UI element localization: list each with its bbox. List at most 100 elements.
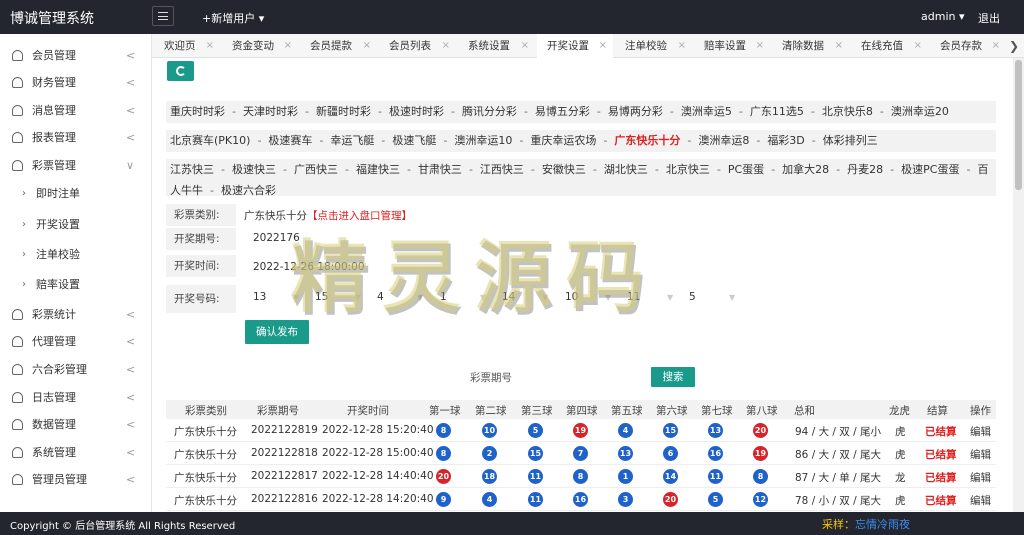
- tab-item[interactable]: 会员存款 ×: [930, 34, 1006, 58]
- sidebar-item[interactable]: › 注单校验: [0, 241, 152, 267]
- lottery-link[interactable]: 易博五分彩: [535, 105, 590, 118]
- lottery-link[interactable]: 甘肃快三: [418, 163, 462, 176]
- lottery-link[interactable]: 腾讯分分彩: [462, 105, 517, 118]
- edit-link[interactable]: 编辑: [970, 447, 991, 462]
- tab-item[interactable]: 资金变动 ×: [222, 34, 298, 58]
- lottery-link[interactable]: 江西快三: [480, 163, 524, 176]
- cell-status: 已结算: [925, 495, 957, 507]
- close-icon[interactable]: ×: [914, 34, 922, 58]
- tab-item[interactable]: 系统设置 ×: [458, 34, 535, 58]
- lottery-link[interactable]: 极速飞艇: [392, 134, 436, 147]
- lottery-link[interactable]: 天津时时彩: [243, 105, 298, 118]
- lottery-link[interactable]: 极速PC蛋蛋: [901, 163, 959, 176]
- lottery-link[interactable]: 澳洲幸运20: [891, 105, 949, 118]
- sidebar-item[interactable]: 代理管理 <: [0, 328, 152, 354]
- sidebar-item[interactable]: 彩票管理 ∨: [0, 152, 152, 178]
- close-icon[interactable]: ×: [442, 34, 450, 58]
- lottery-link[interactable]: 北京赛车(PK10): [170, 134, 250, 147]
- add-user-menu[interactable]: +新增用户 ▾: [202, 10, 264, 26]
- edit-link[interactable]: 编辑: [970, 493, 991, 508]
- lottery-link[interactable]: 极速赛车: [268, 134, 312, 147]
- sidebar-item[interactable]: 系统管理 <: [0, 439, 152, 465]
- ball: 4: [618, 423, 633, 438]
- lottery-link[interactable]: 重庆时时彩: [170, 105, 225, 118]
- sidebar-item[interactable]: 消息管理 <: [0, 97, 152, 123]
- search-button[interactable]: 搜索: [651, 367, 695, 387]
- close-icon[interactable]: ×: [284, 34, 292, 58]
- cell-status: 已结算: [925, 426, 957, 438]
- tab-item[interactable]: 注单校验 ×: [615, 34, 692, 58]
- tab-item[interactable]: 在线充值 ×: [851, 34, 928, 58]
- logout-link[interactable]: 退出: [978, 10, 1000, 26]
- lottery-link[interactable]: 丹麦28: [847, 163, 883, 176]
- cell-period: 2022122817: [251, 470, 318, 482]
- sidebar-item[interactable]: 管理员管理 <: [0, 466, 152, 492]
- ball: 3: [618, 492, 633, 507]
- lottery-link[interactable]: 广东快乐十分: [614, 134, 680, 147]
- tab-item[interactable]: 开奖设置 ×: [537, 34, 613, 58]
- lottery-link[interactable]: 极速时时彩: [389, 105, 444, 118]
- lottery-link[interactable]: 新疆时时彩: [316, 105, 371, 118]
- refresh-button[interactable]: [167, 61, 194, 81]
- lottery-link[interactable]: 重庆幸运农场: [530, 134, 596, 147]
- lottery-link[interactable]: 极速快三: [232, 163, 276, 176]
- lottery-link[interactable]: 安徽快三: [542, 163, 586, 176]
- sidebar-item[interactable]: 彩票统计 <: [0, 301, 152, 327]
- search-period-input[interactable]: 彩票期号: [470, 370, 512, 385]
- chevron-icon: <: [126, 75, 136, 89]
- lottery-link[interactable]: 体彩排列三: [823, 134, 878, 147]
- edit-link[interactable]: 编辑: [970, 424, 991, 439]
- lottery-link[interactable]: 澳洲幸运10: [454, 134, 512, 147]
- separator: -: [687, 134, 692, 147]
- tab-item[interactable]: 欢迎页 ×: [154, 34, 220, 58]
- sidebar-item[interactable]: › 赔率设置: [0, 271, 152, 297]
- tab-item[interactable]: 清除数据 ×: [772, 34, 849, 58]
- separator: -: [381, 134, 386, 147]
- lottery-link[interactable]: 幸运飞艇: [330, 134, 374, 147]
- close-icon[interactable]: ×: [599, 34, 607, 58]
- number-select[interactable]: 5 ▼: [689, 291, 741, 303]
- lottery-link[interactable]: 澳洲幸运5: [681, 105, 732, 118]
- tab-item[interactable]: 会员提款 ×: [300, 34, 377, 58]
- close-icon[interactable]: ×: [363, 34, 371, 58]
- tab-scroll-right-icon[interactable]: ❯: [1006, 38, 1022, 54]
- sidebar-item-label: 彩票统计: [32, 308, 76, 321]
- sidebar-item[interactable]: › 开奖设置: [0, 211, 152, 237]
- close-icon[interactable]: ×: [835, 34, 843, 58]
- cell-period: 2022122819: [251, 424, 318, 436]
- lottery-link[interactable]: 福彩3D: [767, 134, 804, 147]
- close-icon[interactable]: ×: [756, 34, 764, 58]
- lottery-link[interactable]: 加拿大28: [782, 163, 829, 176]
- separator: -: [603, 134, 608, 147]
- tab-item[interactable]: 赔率设置 ×: [694, 34, 770, 58]
- edit-link[interactable]: 编辑: [970, 470, 991, 485]
- lottery-link[interactable]: 湖北快三: [604, 163, 648, 176]
- close-icon[interactable]: ×: [678, 34, 686, 58]
- sidebar-item[interactable]: 财务管理 <: [0, 69, 152, 95]
- lottery-link[interactable]: 江苏快三: [170, 163, 214, 176]
- lottery-link[interactable]: 广东11选5: [750, 105, 804, 118]
- lottery-link[interactable]: PC蛋蛋: [728, 163, 764, 176]
- sidebar-item[interactable]: › 即时注单: [0, 180, 152, 206]
- tab-item[interactable]: 会员列表 ×: [379, 34, 456, 58]
- sidebar-item[interactable]: 六合彩管理 <: [0, 356, 152, 382]
- lottery-link[interactable]: 广西快三: [294, 163, 338, 176]
- user-menu[interactable]: admin ▾: [921, 10, 964, 23]
- close-icon[interactable]: ×: [992, 34, 1000, 58]
- chevron-right-icon: ›: [22, 218, 26, 230]
- sidebar-item[interactable]: 数据管理 <: [0, 411, 152, 437]
- scrollbar-thumb[interactable]: [1015, 60, 1022, 190]
- lottery-link[interactable]: 福建快三: [356, 163, 400, 176]
- lottery-link[interactable]: 北京快三: [666, 163, 710, 176]
- lottery-link[interactable]: 极速六合彩: [221, 184, 276, 197]
- menu-toggle-button[interactable]: [152, 6, 174, 26]
- lottery-link[interactable]: 北京快乐8: [822, 105, 873, 118]
- lottery-link[interactable]: 澳洲幸运8: [698, 134, 749, 147]
- sidebar-item-label: 消息管理: [32, 104, 76, 117]
- close-icon[interactable]: ×: [206, 34, 214, 58]
- sidebar-item[interactable]: 会员管理 <: [0, 42, 152, 68]
- sidebar-item[interactable]: 报表管理 <: [0, 124, 152, 150]
- lottery-link[interactable]: 易博两分彩: [608, 105, 663, 118]
- sidebar-item[interactable]: 日志管理 <: [0, 384, 152, 410]
- close-icon[interactable]: ×: [521, 34, 529, 58]
